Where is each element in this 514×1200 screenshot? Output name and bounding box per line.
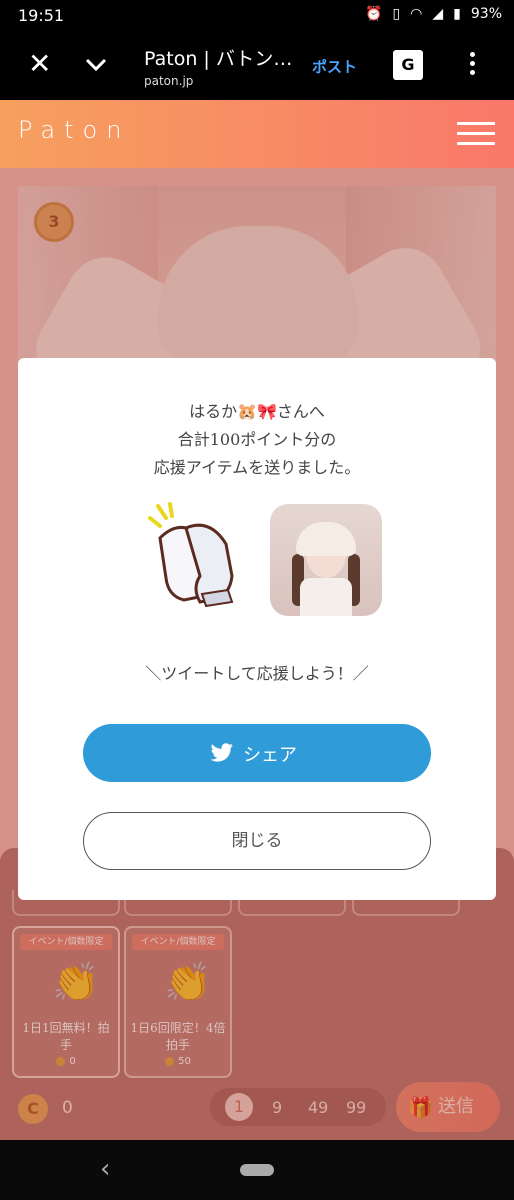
close-button[interactable]: 閉じる xyxy=(83,812,431,870)
cheer-text: ＼ツイートして応援しよう！／ xyxy=(145,664,369,683)
battery-icon: ▮ xyxy=(453,6,461,22)
system-nav-bar: ‹ xyxy=(0,1140,514,1200)
app-header: Paton xyxy=(0,100,514,168)
back-icon[interactable]: ‹ xyxy=(100,1154,110,1184)
message-line: 応援アイテムを送りました。 xyxy=(153,458,361,477)
message-line: 合計100ポイント分の xyxy=(177,430,337,449)
clapping-hands-icon xyxy=(148,502,234,608)
hamburger-menu-icon[interactable] xyxy=(457,122,495,146)
translate-icon[interactable]: G xyxy=(393,50,423,80)
status-icons: ⏰ ▯ ◠ ◢ ▮ 93% xyxy=(365,6,502,22)
gift-sent-modal: はるか🐹🎀さんへ 合計100ポイント分の 応援アイテムを送りました。 ＼ツイート… xyxy=(18,358,496,900)
share-label: シェア xyxy=(243,745,297,766)
modal-message: はるか🐹🎀さんへ 合計100ポイント分の 応援アイテムを送りました。 xyxy=(18,398,496,482)
status-time: 19:51 xyxy=(18,6,65,25)
wifi-icon: ◠ xyxy=(410,6,423,22)
page-title: Paton | バトン… xyxy=(144,48,293,70)
page-url: paton.jp xyxy=(144,74,194,88)
status-bar: 19:51 ⏰ ▯ ◠ ◢ ▮ 93% xyxy=(0,0,514,32)
twitter-bird-icon xyxy=(210,743,233,762)
alarm-icon: ⏰ xyxy=(365,6,383,22)
recipient-avatar xyxy=(270,504,382,616)
more-options-icon[interactable] xyxy=(466,52,478,78)
post-button[interactable]: ポスト xyxy=(312,56,357,77)
browser-toolbar: ✕ Paton | バトン… paton.jp ポスト G xyxy=(0,32,514,100)
vibrate-icon: ▯ xyxy=(392,6,401,22)
home-pill-icon[interactable] xyxy=(240,1164,274,1176)
message-line: はるか🐹🎀さんへ xyxy=(189,402,325,421)
signal-icon: ◢ xyxy=(432,6,444,22)
chevron-down-icon[interactable] xyxy=(84,52,108,76)
close-icon[interactable]: ✕ xyxy=(28,50,51,78)
battery-percent: 93% xyxy=(470,6,502,22)
app-logo[interactable]: Paton xyxy=(18,116,130,144)
share-twitter-button[interactable]: シェア xyxy=(83,724,431,782)
